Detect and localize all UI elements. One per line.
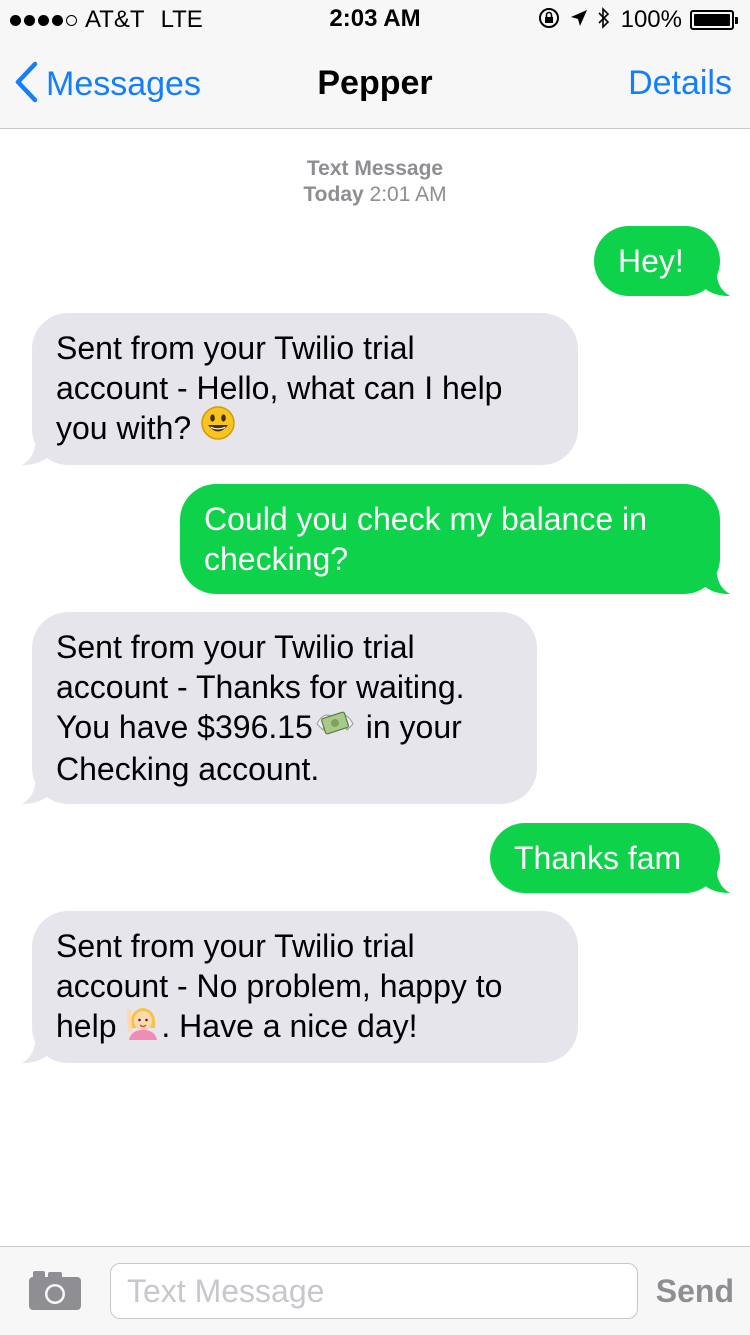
smiley-emoji-icon [200, 405, 236, 450]
message-line: account - Thanks for waiting. [56, 669, 465, 705]
camera-button[interactable] [28, 1269, 82, 1311]
battery-icon [690, 10, 738, 30]
woman-raising-hand-emoji-icon [125, 1002, 161, 1049]
sent-message-bubble[interactable]: Hey! [594, 226, 730, 296]
message-line: Sent from your Twilio trial [56, 330, 415, 366]
message-line-text: You have $396.15 [56, 709, 313, 745]
bluetooth-icon [597, 6, 611, 34]
status-bar: AT&T LTE 2:03 AM 100% [0, 0, 750, 40]
message-line-text: help [56, 1008, 117, 1044]
message-text: Hey! [618, 243, 684, 279]
status-right: 100% [537, 5, 738, 35]
message-line: account - Hello, what can I help [56, 370, 503, 406]
sent-message-bubble[interactable]: Could you check my balance in checking? [180, 484, 730, 594]
timestamp-label: Text Message [306, 157, 444, 180]
bubble-tail [22, 772, 50, 804]
message-line: you with? [56, 405, 554, 450]
sent-message-bubble[interactable]: Thanks fam [490, 823, 730, 893]
message-line: Checking account. [56, 751, 320, 788]
money-with-wings-emoji-icon [313, 704, 357, 749]
message-line: Could you check my balance in [204, 501, 647, 537]
message-line: checking? [204, 541, 349, 577]
received-message-bubble[interactable]: Sent from your Twilio trial account - No… [22, 911, 578, 1063]
bubble-tail [702, 861, 730, 893]
received-message-bubble[interactable]: Sent from your Twilio trial account - Th… [22, 612, 537, 804]
message-text-field[interactable] [110, 1263, 638, 1319]
location-arrow-icon [569, 8, 589, 32]
message-line-text: in your [365, 709, 462, 745]
details-button[interactable]: Details [628, 64, 732, 103]
received-message-bubble[interactable]: Sent from your Twilio trial account - He… [22, 313, 578, 465]
rotation-lock-icon [537, 6, 561, 34]
message-line-text: . Have a nice day! [161, 1008, 418, 1044]
timestamp-datetime: Today 2:01 AM [0, 182, 750, 208]
message-text: Thanks fam [514, 840, 682, 876]
message-line-text: you with? [56, 410, 192, 446]
battery-level-fill [694, 14, 730, 26]
battery-percentage: 100% [620, 6, 682, 33]
timestamp-time: 2:01 AM [369, 183, 447, 206]
bubble-tail [702, 264, 730, 296]
conversation-timestamp: Text Message Today 2:01 AM [0, 156, 750, 208]
message-line: Sent from your Twilio trial [56, 629, 415, 665]
timestamp-day: Today [303, 183, 364, 206]
bubble-tail [702, 562, 730, 594]
send-button[interactable]: Send [656, 1273, 734, 1310]
battery-tip [735, 17, 738, 24]
bubble-tail [22, 1031, 50, 1063]
camera-icon [29, 1271, 81, 1310]
message-input-bar: Send [0, 1246, 750, 1335]
message-line: help . Have a nice day! [56, 1006, 554, 1049]
bubble-tail [22, 433, 50, 465]
message-line: You have $396.15 in your [56, 707, 513, 749]
navigation-bar: Messages Pepper Details [0, 40, 750, 129]
message-line: Sent from your Twilio trial [56, 928, 415, 964]
message-line: account - No problem, happy to [56, 968, 503, 1004]
